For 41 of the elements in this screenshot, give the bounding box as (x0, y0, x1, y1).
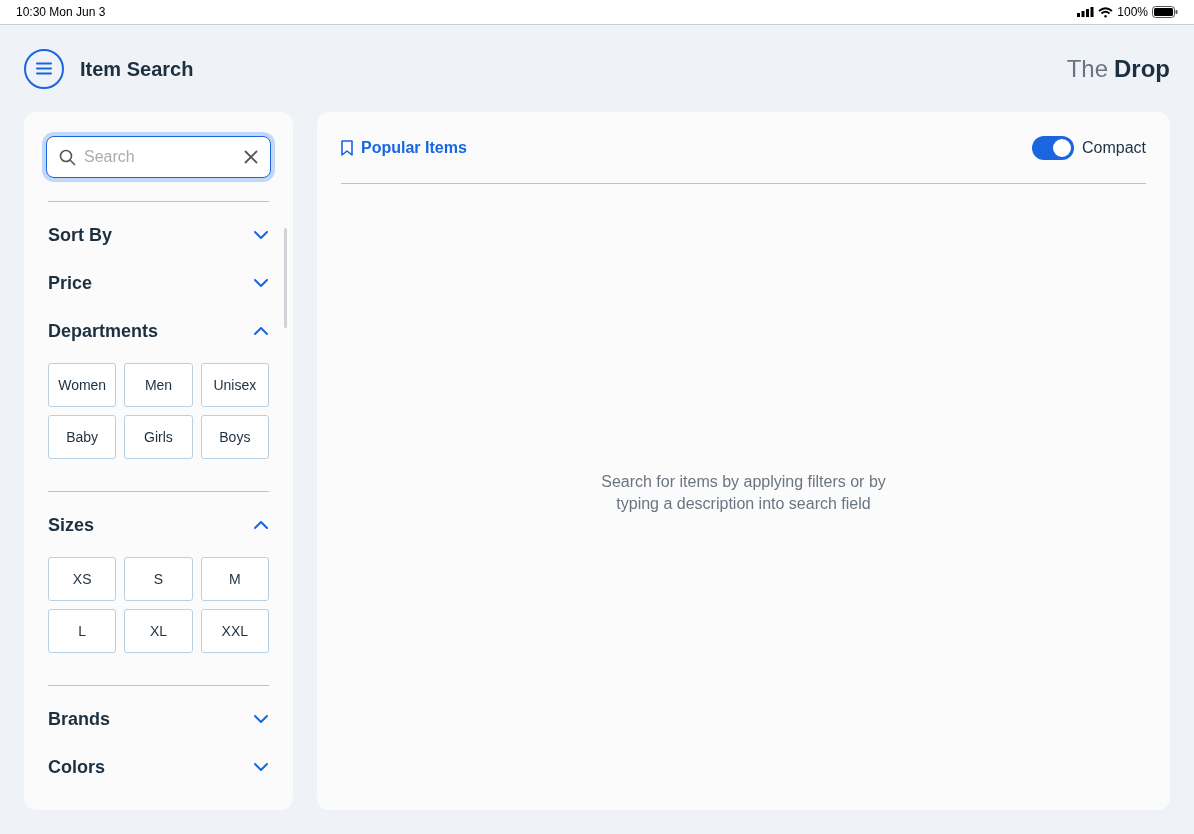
chevron-down-icon[interactable] (253, 762, 269, 772)
filter-option[interactable]: M (200, 557, 269, 601)
toggle-label: Compact (1081, 137, 1146, 158)
signal-icon (1077, 7, 1095, 17)
chevron-down-icon[interactable] (253, 278, 269, 288)
chevron-down-icon[interactable] (253, 230, 269, 240)
empty-state-message: Search for items by applying filters or by typing a description into search field (600, 472, 887, 514)
filter-option[interactable]: Boys (200, 415, 269, 459)
filter-option[interactable]: S (124, 557, 193, 601)
filter-option[interactable]: XL (124, 609, 193, 653)
filter-heading[interactable]: Brands (48, 705, 110, 733)
filter-option[interactable]: Men (124, 363, 193, 407)
menu-icon (36, 62, 52, 75)
bookmark-icon (341, 139, 353, 156)
search-input[interactable]: Search (84, 145, 236, 169)
battery-icon (1152, 6, 1178, 18)
page-title: Item Search (80, 56, 194, 82)
chevron-down-icon[interactable] (253, 714, 269, 724)
chevron-up-icon[interactable] (253, 326, 269, 336)
filter-heading[interactable]: Colors (48, 753, 105, 781)
battery-percent: 100% (1117, 4, 1148, 21)
chevron-up-icon[interactable] (253, 520, 269, 530)
filter-option[interactable]: Unisex (200, 363, 269, 407)
brand-logo: The Drop (1066, 53, 1170, 84)
compact-toggle[interactable] (1031, 135, 1074, 160)
search-icon (59, 148, 76, 166)
filter-heading[interactable]: Price (48, 269, 93, 297)
wifi-icon (1098, 6, 1114, 18)
filter-option[interactable]: L (48, 609, 117, 653)
filter-option[interactable]: XS (48, 557, 117, 601)
close-icon[interactable] (244, 150, 258, 164)
popular-items-tab[interactable]: Popular Items (341, 135, 467, 160)
filter-option[interactable]: Baby (48, 415, 117, 459)
filter-option[interactable]: XXL (200, 609, 269, 653)
filter-option[interactable]: Women (48, 363, 117, 407)
menu-button[interactable] (24, 48, 64, 89)
filter-option[interactable]: Girls (124, 415, 193, 459)
status-time: 10:30 Mon Jun 3 (16, 4, 106, 21)
filter-heading[interactable]: Sort By (48, 221, 112, 249)
filter-heading[interactable]: Sizes (48, 511, 95, 539)
filter-heading[interactable]: Departments (48, 317, 159, 345)
